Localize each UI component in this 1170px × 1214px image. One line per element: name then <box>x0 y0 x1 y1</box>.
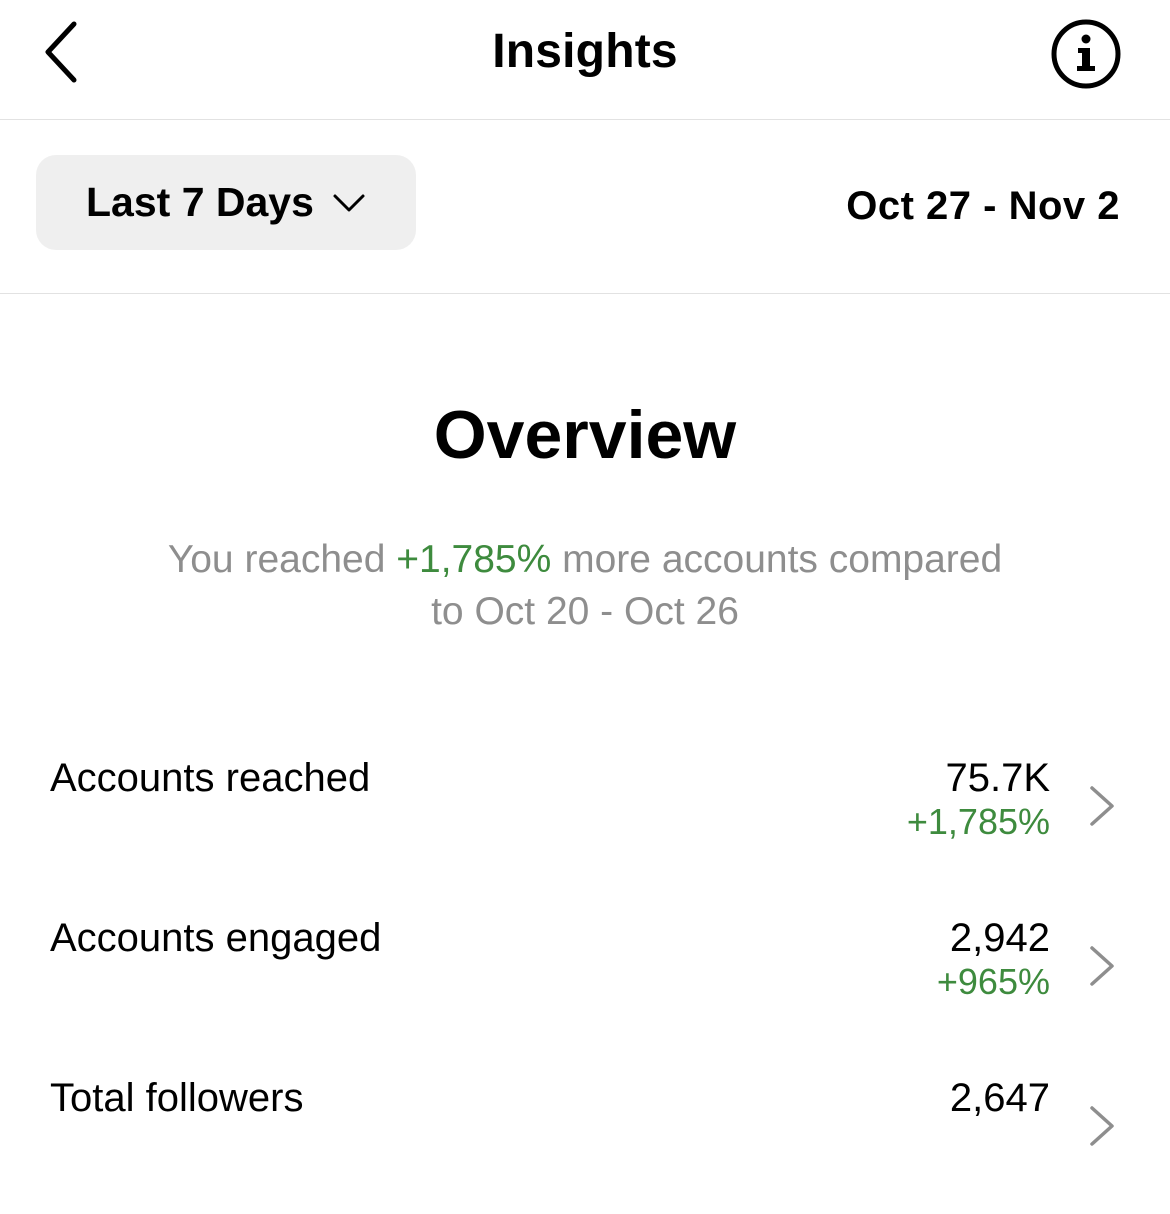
date-range-text: Oct 27 - Nov 2 <box>846 184 1120 228</box>
metric-row-accounts-reached[interactable]: Accounts reached 75.7K +1,785% <box>0 754 1170 894</box>
metric-value: 2,647 <box>949 1076 1050 1120</box>
metric-label: Accounts engaged <box>50 916 382 960</box>
summary-line-1: You reached +1,785% more accounts compar… <box>100 534 1070 586</box>
chevron-down-icon <box>332 192 366 214</box>
filter-row: Last 7 Days Oct 27 - Nov 2 <box>0 120 1170 294</box>
overview-title: Overview <box>433 397 737 473</box>
top-bar: Insights <box>0 0 1170 120</box>
info-icon <box>1051 19 1121 89</box>
metric-change: +1,785% <box>906 801 1050 842</box>
date-range-dropdown[interactable]: Last 7 Days <box>36 155 416 250</box>
page-title: Insights <box>492 25 678 78</box>
summary-line-2: to Oct 20 - Oct 26 <box>431 590 739 633</box>
chevron-right-icon <box>1090 1106 1114 1146</box>
metric-value: 2,942 <box>949 916 1050 960</box>
metric-change: +965% <box>936 961 1050 1002</box>
chevron-right-icon <box>1090 786 1114 826</box>
metric-label: Total followers <box>50 1076 304 1120</box>
metric-value: 75.7K <box>945 756 1050 800</box>
chevron-right-icon <box>1090 946 1114 986</box>
metric-row-accounts-engaged[interactable]: Accounts engaged 2,942 +965% <box>0 914 1170 1054</box>
overview-summary: You reached +1,785% more accounts compar… <box>100 534 1070 638</box>
info-button[interactable] <box>1048 16 1124 92</box>
date-range-dropdown-label: Last 7 Days <box>86 179 314 225</box>
summary-highlight: +1,785% <box>396 538 552 581</box>
summary-prefix: You reached <box>167 538 397 581</box>
metric-label: Accounts reached <box>50 756 371 800</box>
metric-row-total-followers[interactable]: Total followers 2,647 <box>0 1074 1170 1214</box>
summary-suffix: more accounts compared <box>551 538 1003 581</box>
